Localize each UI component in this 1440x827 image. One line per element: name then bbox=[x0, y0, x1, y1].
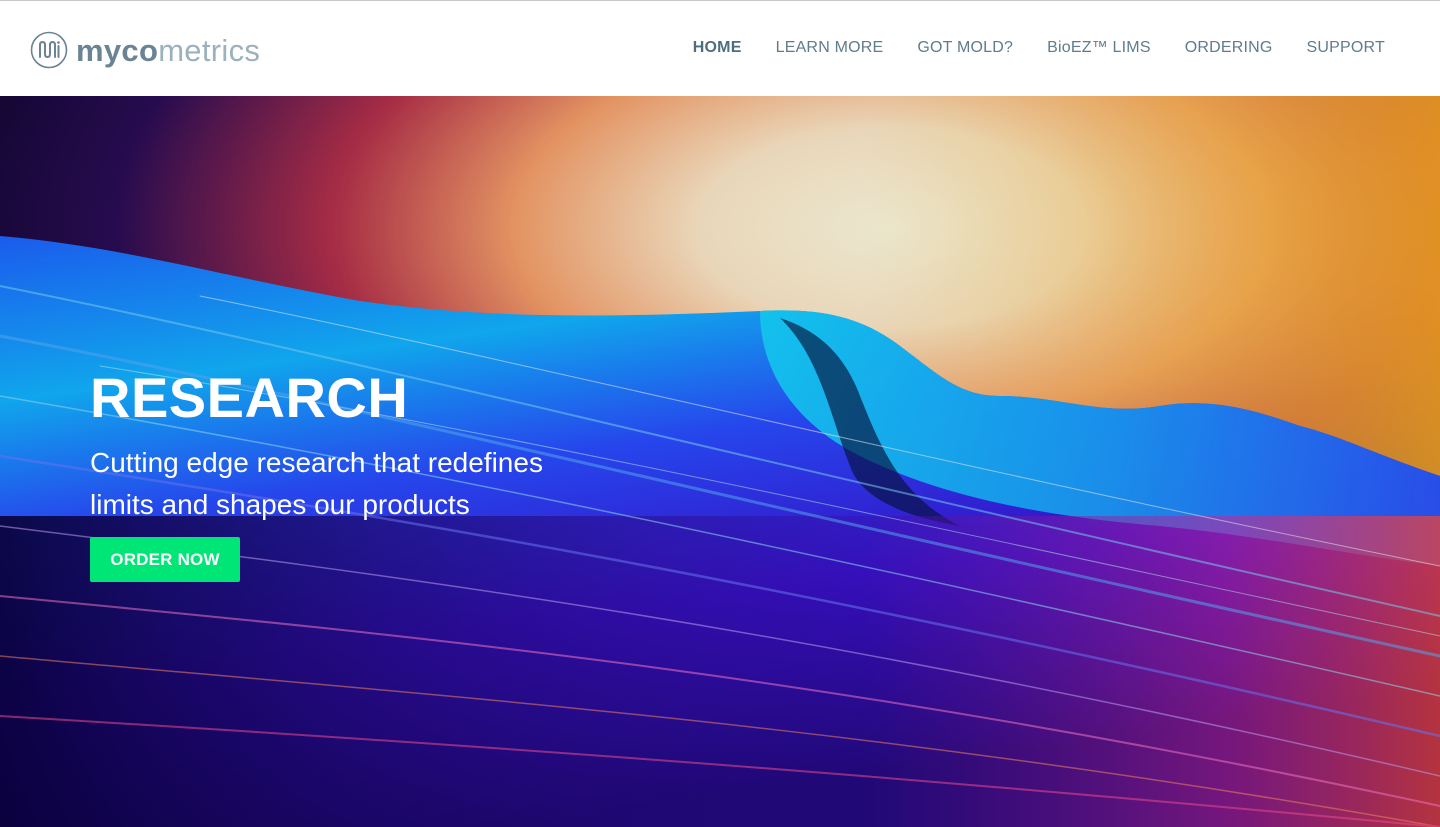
logo-wordmark: mycometrics bbox=[76, 35, 260, 66]
main-nav: HOME LEARN MORE GOT MOLD? BioEZ™ LIMS OR… bbox=[693, 39, 1385, 57]
hero-title: RESEARCH bbox=[90, 366, 409, 429]
hero-content: RESEARCH Cutting edge research that rede… bbox=[90, 366, 690, 582]
order-now-button[interactable]: ORDER NOW bbox=[90, 537, 240, 582]
mycometrics-logo-icon bbox=[30, 31, 68, 69]
logo-text-light: metrics bbox=[158, 32, 261, 68]
logo-text-bold: myco bbox=[76, 32, 159, 68]
nav-item-support[interactable]: SUPPORT bbox=[1307, 39, 1385, 57]
nav-item-learn-more[interactable]: LEARN MORE bbox=[776, 39, 884, 57]
nav-item-ordering[interactable]: ORDERING bbox=[1185, 39, 1273, 57]
nav-item-home[interactable]: HOME bbox=[693, 39, 742, 57]
hero-subtitle: Cutting edge research that redefines lim… bbox=[90, 447, 543, 520]
hero-banner: RESEARCH Cutting edge research that rede… bbox=[0, 96, 1440, 827]
logo[interactable]: mycometrics bbox=[30, 29, 260, 71]
nav-item-got-mold[interactable]: GOT MOLD? bbox=[917, 39, 1013, 57]
nav-item-bioez-lims[interactable]: BioEZ™ LIMS bbox=[1047, 39, 1151, 57]
site-header: mycometrics HOME LEARN MORE GOT MOLD? Bi… bbox=[0, 0, 1440, 96]
